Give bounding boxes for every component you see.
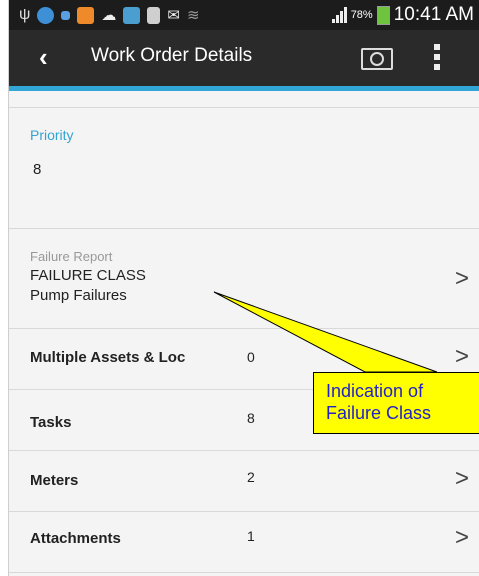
mail-icon: ✉ [167, 7, 180, 24]
app-icon [37, 6, 55, 24]
list-item-count: 1 [247, 528, 255, 544]
list-item-label: Attachments [30, 530, 121, 547]
menu-dot [434, 54, 440, 60]
page-title: Work Order Details [91, 45, 253, 66]
notification-icon [61, 10, 71, 20]
app-icon [77, 6, 95, 24]
action-bar: ‹ Work Order Details [9, 30, 479, 91]
list-item-label: Tasks [30, 414, 72, 431]
list-item-meters[interactable]: Meters 2 > [9, 451, 479, 512]
callout-line-1: Indication of [326, 381, 424, 401]
list-item-attachments[interactable]: Attachments 1 > [9, 512, 479, 573]
signal-icon [331, 7, 347, 23]
status-bar: ψ ☁ ✉ ≋ 78% 10:41 AM [9, 0, 479, 30]
list-item-label: Multiple Assets & Loc [30, 349, 186, 366]
battery-percent: 78% [350, 9, 373, 21]
camera-lens [370, 52, 384, 66]
clock: 10:41 AM [393, 4, 474, 25]
usb-icon: ψ [19, 6, 31, 23]
camera-icon[interactable] [361, 44, 393, 70]
list-item-count: 0 [247, 349, 255, 365]
failure-class-heading: FAILURE CLASS [30, 267, 146, 284]
menu-dot [434, 64, 440, 70]
chevron-right-icon: > [455, 524, 470, 551]
chevron-right-icon: > [455, 343, 470, 370]
callout-line-2: Failure Class [326, 403, 432, 423]
battery-icon [376, 5, 390, 25]
status-icons: ψ ☁ ✉ ≋ [19, 6, 200, 24]
chevron-right-icon: > [455, 265, 470, 292]
menu-dot [434, 44, 440, 50]
back-icon[interactable]: ‹ [39, 42, 48, 73]
app-icon [123, 6, 141, 24]
chevron-right-icon: > [455, 465, 470, 492]
app-icon [147, 6, 161, 24]
failure-report-label: Failure Report [30, 249, 113, 264]
list-item-count: 8 [247, 410, 255, 426]
priority-section: Priority 8 [9, 108, 479, 229]
failure-class-value: Pump Failures [30, 287, 127, 304]
top-spacer [9, 91, 479, 108]
status-right: 78% 10:41 AM [331, 4, 474, 26]
overflow-menu-icon[interactable] [434, 44, 440, 70]
annotation-callout: Indication of Failure Class [313, 372, 479, 434]
wifi-icon: ≋ [186, 7, 200, 24]
list-item-label: Meters [30, 472, 79, 489]
list-item-count: 2 [247, 469, 255, 485]
failure-report-row[interactable]: Failure Report FAILURE CLASS Pump Failur… [9, 229, 479, 329]
cloud-icon: ☁ [101, 7, 117, 24]
phone-screen: ψ ☁ ✉ ≋ 78% 10:41 AM ‹ Work Order Detail… [8, 0, 479, 576]
priority-label: Priority [30, 127, 74, 143]
priority-value: 8 [33, 161, 42, 178]
